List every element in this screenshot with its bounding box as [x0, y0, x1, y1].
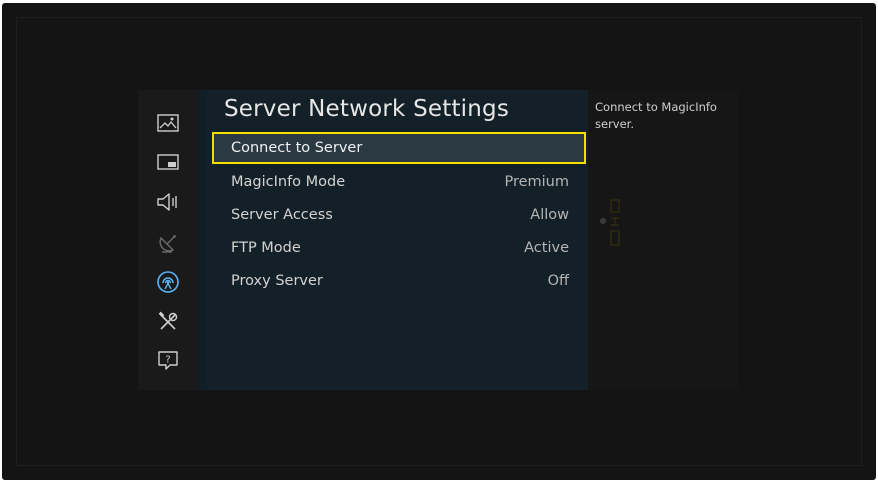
menu-item-label: Proxy Server: [231, 273, 323, 289]
pip-icon[interactable]: [156, 150, 180, 174]
picture-icon[interactable]: [156, 111, 180, 135]
watermark-logo-icon: [600, 199, 620, 246]
menu-item-server-access[interactable]: Server Access Allow: [212, 199, 586, 231]
network-icon[interactable]: [156, 270, 180, 294]
svg-text:?: ?: [165, 355, 170, 366]
sidebar: ?: [138, 90, 198, 390]
menu-item-value: Off: [547, 273, 569, 289]
menu-item-label: Connect to Server: [231, 140, 363, 156]
menu-item-label: MagicInfo Mode: [231, 174, 346, 190]
sound-icon[interactable]: [156, 190, 180, 214]
help-text: Connect to MagicInfo server.: [595, 100, 717, 131]
page-title: Server Network Settings: [224, 96, 510, 122]
menu-item-proxy-server[interactable]: Proxy Server Off: [212, 265, 586, 297]
support-icon[interactable]: ?: [156, 349, 180, 373]
panel-divider: [198, 90, 206, 390]
menu-item-value: Premium: [504, 174, 569, 190]
help-panel: Connect to MagicInfo server.: [588, 90, 738, 390]
broadcasting-icon[interactable]: [156, 231, 180, 255]
menu-item-label: Server Access: [231, 207, 333, 223]
menu-item-label: FTP Mode: [231, 240, 301, 256]
settings-panel: Server Network Settings Connect to Serve…: [206, 90, 588, 390]
menu-item-magicinfo-mode[interactable]: MagicInfo Mode Premium: [212, 166, 586, 198]
osd-menu: ? Server Network Settings Connect to Ser…: [138, 90, 738, 390]
system-tools-icon[interactable]: [156, 310, 180, 334]
menu-item-ftp-mode[interactable]: FTP Mode Active: [212, 232, 586, 264]
menu-item-value: Allow: [530, 207, 569, 223]
menu-item-value: Active: [524, 240, 569, 256]
menu-item-connect-to-server[interactable]: Connect to Server: [212, 132, 586, 164]
